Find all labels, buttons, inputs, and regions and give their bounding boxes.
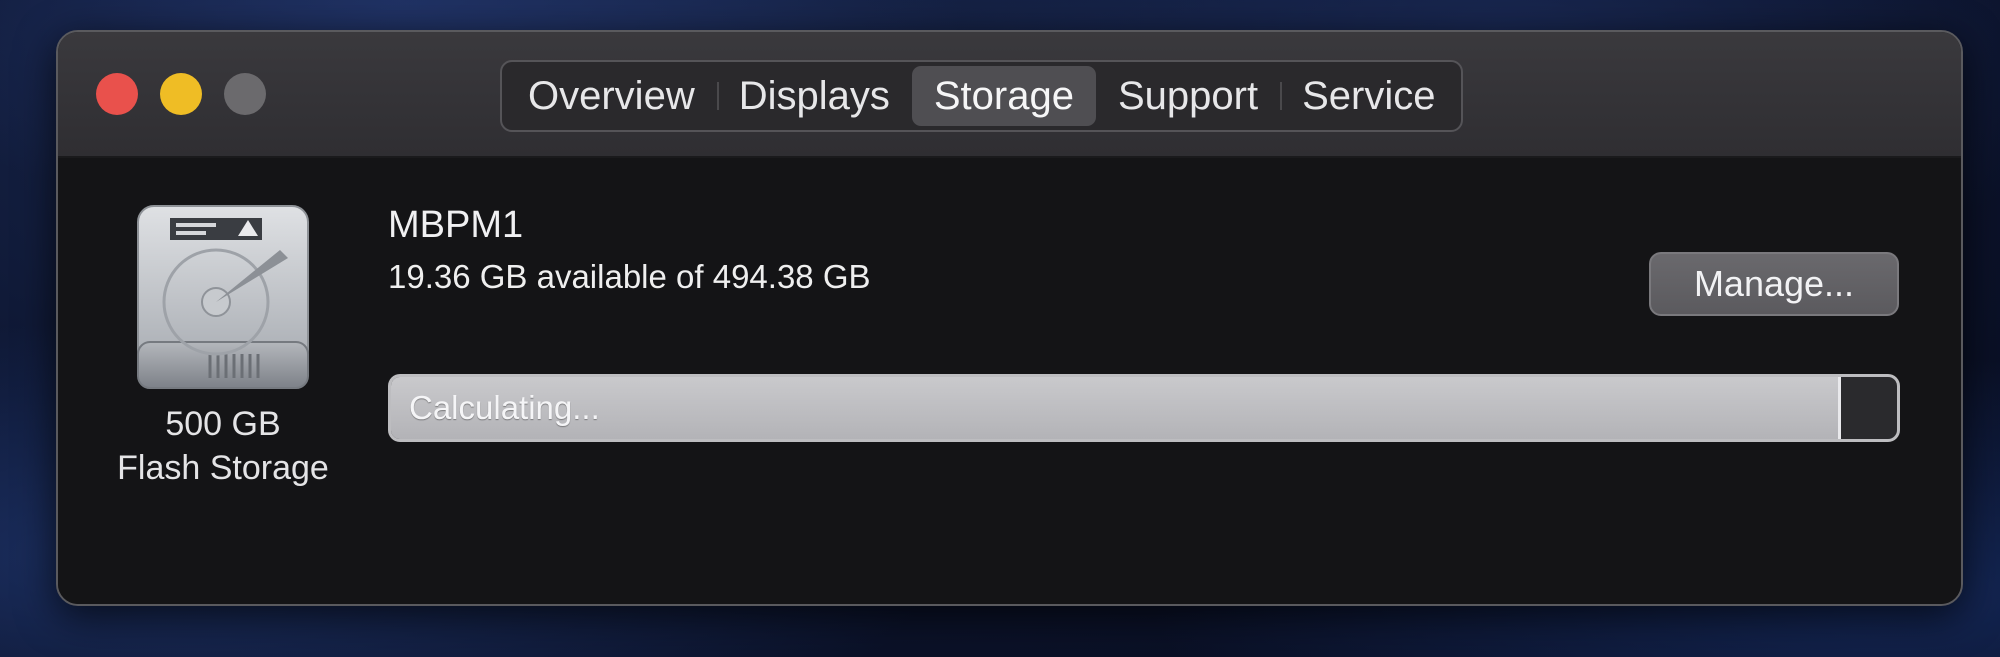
tab-service[interactable]: Service (1280, 66, 1457, 126)
disk-type: Flash Storage (117, 449, 329, 487)
about-this-mac-window: Overview Displays Storage Support Servic… (56, 30, 1963, 606)
storage-pane: 500 GB Flash Storage MBPM1 19.36 GB avai… (58, 158, 1961, 604)
tab-overview[interactable]: Overview (506, 66, 717, 126)
tab-bar: Overview Displays Storage Support Servic… (500, 60, 1464, 132)
tab-displays[interactable]: Displays (716, 66, 912, 126)
storage-status-label: Calculating... (409, 389, 600, 426)
manage-button[interactable]: Manage... (1649, 252, 1899, 316)
tab-storage[interactable]: Storage (911, 66, 1096, 126)
disk-description: 500 GB Flash Storage (98, 402, 348, 490)
hard-drive-icon (137, 205, 309, 389)
volume-availability: 19.36 GB available of 494.38 GB (388, 258, 871, 295)
disk-capacity: 500 GB (165, 405, 281, 443)
tab-support[interactable]: Support (1096, 66, 1280, 126)
close-button[interactable] (96, 73, 138, 115)
storage-used-fill (391, 377, 1842, 439)
title-bar: Overview Displays Storage Support Servic… (58, 32, 1961, 158)
storage-usage-bar: Calculating... (388, 374, 1900, 442)
volume-name: MBPM1 (388, 204, 524, 246)
minimize-button[interactable] (160, 73, 202, 115)
zoom-button[interactable] (224, 73, 266, 115)
